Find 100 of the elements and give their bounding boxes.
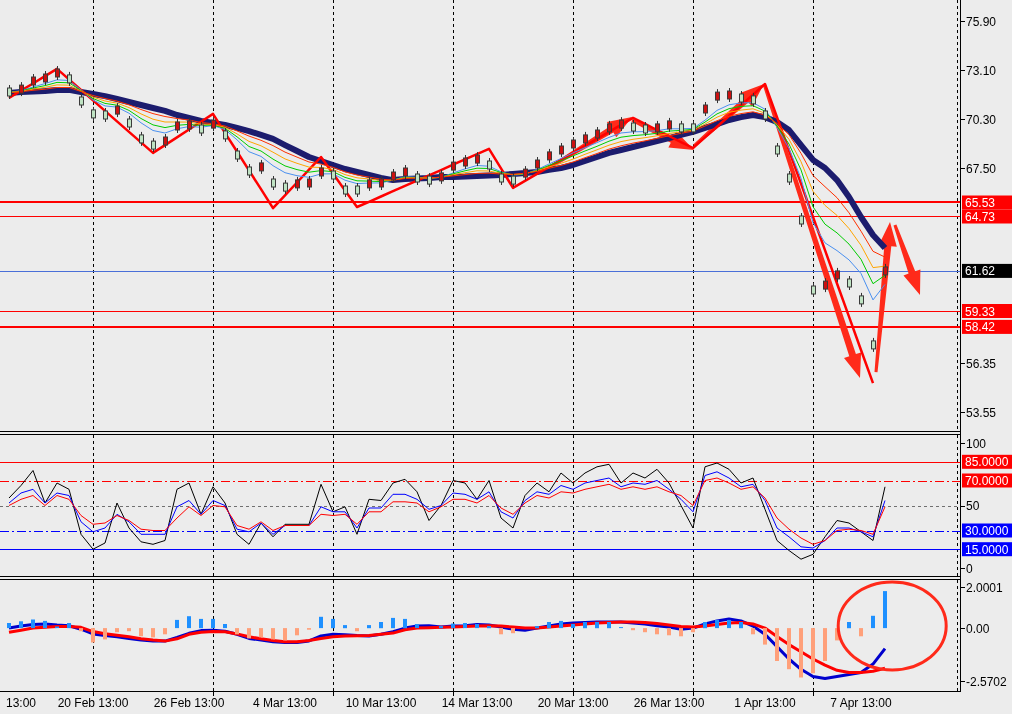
candlestick: [607, 120, 612, 136]
histogram-bar: [415, 624, 419, 629]
candlestick: [739, 90, 744, 106]
axis-label: 73.10: [966, 63, 997, 78]
candlestick: [355, 182, 360, 198]
candlestick: [691, 120, 696, 136]
histogram-bar: [103, 628, 107, 640]
histogram-bar: [367, 625, 371, 629]
histogram-bar: [715, 619, 719, 629]
axis-label: 67.50: [966, 161, 997, 176]
histogram-bar: [175, 619, 179, 629]
candlestick: [571, 136, 576, 152]
candlestick: [199, 121, 204, 137]
ref-line-label: 64.73: [965, 210, 996, 224]
candlestick: [775, 142, 780, 158]
histogram-bar: [211, 618, 215, 629]
histogram-bar: [475, 624, 479, 629]
ref-line-label: 58.42: [965, 320, 996, 335]
price-label: 59.33: [962, 304, 1012, 319]
time-axis-label: 14 Mar 13:00: [441, 696, 513, 710]
histogram-bar: [571, 624, 575, 629]
candlestick: [151, 137, 156, 153]
candlestick: [271, 175, 276, 191]
candlestick: [559, 142, 564, 158]
candlestick: [487, 157, 492, 173]
histogram-bar: [67, 623, 71, 629]
histogram-bar: [799, 628, 803, 678]
axis-label: 0: [966, 561, 973, 576]
candlestick: [331, 167, 336, 183]
histogram-bar: [739, 622, 743, 629]
candlestick: [103, 107, 108, 123]
candlestick: [643, 121, 648, 137]
candlestick: [811, 282, 816, 298]
histogram-bar: [679, 628, 683, 637]
candlestick: [175, 118, 180, 134]
ref-line-label: 59.33: [965, 304, 996, 319]
histogram-bar: [127, 628, 131, 632]
histogram-bar: [607, 622, 611, 629]
candlestick: [475, 151, 480, 167]
axis-label: 0.00: [966, 621, 990, 636]
histogram-bar: [331, 618, 335, 629]
axis-label: 70.30: [966, 112, 997, 127]
histogram-bar: [811, 628, 815, 674]
candlestick: [379, 175, 384, 191]
candlestick: [499, 170, 504, 186]
histogram-bar: [355, 628, 359, 632]
histogram-bar: [31, 619, 35, 629]
histogram-bar: [343, 625, 347, 629]
candlestick: [67, 71, 72, 87]
histogram-bar: [271, 628, 275, 640]
histogram-bar: [235, 628, 239, 635]
price-label: 30.0000: [962, 523, 1012, 538]
candlestick: [631, 119, 636, 135]
histogram-bar: [163, 628, 167, 635]
histogram-bar: [451, 623, 455, 629]
histogram-bar: [139, 628, 143, 637]
candlestick: [307, 175, 312, 191]
histogram-bar: [295, 628, 299, 636]
histogram-bar: [379, 622, 383, 629]
time-axis-label: 20 Mar 13:00: [537, 696, 609, 710]
candlestick: [223, 127, 228, 143]
candlestick: [835, 267, 840, 283]
axis-label: 2.0001: [966, 580, 1003, 595]
histogram-bar: [823, 628, 827, 661]
histogram-bar: [643, 628, 647, 633]
histogram-bar: [391, 617, 395, 629]
candlestick: [799, 212, 804, 228]
candlestick: [763, 107, 768, 123]
candlestick: [187, 117, 192, 133]
candlestick: [295, 176, 300, 192]
histogram-bar: [199, 618, 203, 629]
candlestick: [31, 73, 36, 89]
histogram-bar: [559, 620, 563, 629]
time-axis-label: 20 Feb 13:00: [57, 696, 129, 710]
candlestick: [211, 116, 216, 132]
time-axis-label: 26 Feb 13:00: [153, 696, 225, 710]
candlestick: [679, 120, 684, 136]
histogram-bar: [223, 624, 227, 629]
time-axis-label: 1 Apr 13:00: [734, 696, 796, 710]
candlestick: [403, 164, 408, 180]
candlestick: [439, 169, 444, 185]
candlestick: [535, 156, 540, 172]
price-label: 65.53: [962, 195, 1012, 210]
axis-label: 100: [966, 436, 987, 451]
histogram-bar: [883, 591, 887, 629]
candlestick: [883, 263, 888, 279]
histogram-bar: [859, 628, 863, 637]
ref-line-label: 65.53: [965, 196, 996, 210]
axis-label: 56.35: [966, 356, 997, 371]
candlestick: [391, 168, 396, 184]
histogram-bar: [535, 626, 539, 629]
histogram-bar: [403, 618, 407, 629]
histogram-bar: [283, 628, 287, 641]
histogram-bar: [79, 628, 83, 632]
histogram-bar: [691, 628, 695, 633]
candlestick: [79, 93, 84, 109]
histogram-bar: [787, 628, 791, 670]
axis-label: 50: [966, 499, 980, 513]
candlestick: [703, 101, 708, 117]
candlestick: [667, 117, 672, 133]
